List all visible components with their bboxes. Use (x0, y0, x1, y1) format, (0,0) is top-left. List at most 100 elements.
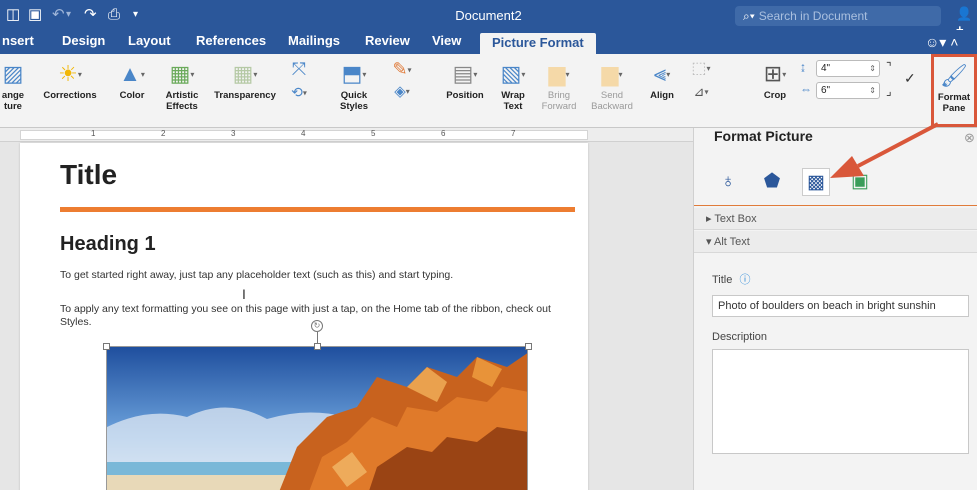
quick-styles-button[interactable]: ⬒▾ Quick Styles (330, 58, 378, 112)
height-value: 4" (821, 63, 831, 74)
corrections-button[interactable]: ☀▾ Corrections (34, 58, 106, 101)
wrap-text-icon: ▧▾ (500, 61, 526, 86)
bring-forward-label-1: Bring (547, 90, 571, 101)
search-placeholder: Search in Document (758, 9, 868, 23)
group-rotate-group: ⬚▾ ⊿▾ (686, 56, 716, 102)
tab-review[interactable]: Review (365, 30, 410, 54)
bring-forward-button[interactable]: ▆▾ Bring Forward (536, 58, 582, 112)
ruler-number: 5 (371, 129, 376, 138)
crop-icon: ⊞▾ (763, 61, 787, 86)
resize-handle-top-center[interactable] (314, 343, 321, 350)
crop-button[interactable]: ⊞▾ Crop (752, 58, 798, 101)
position-button[interactable]: ▤▾ Position (440, 58, 490, 101)
width-spin-icon[interactable]: ⇕ (869, 83, 876, 98)
ruler-number: 3 (231, 129, 236, 138)
format-pane-label-2: Pane (942, 103, 966, 114)
search-input[interactable]: ⌕▾ Search in Document (735, 6, 941, 26)
color-button[interactable]: ▲▾ Color (112, 58, 152, 101)
format-pane-button[interactable]: 🖌 Format Pane (931, 54, 977, 127)
position-icon: ▤▾ (452, 61, 478, 86)
corrections-label: Corrections (43, 90, 97, 101)
resize-handle-top-right[interactable] (525, 343, 532, 350)
resize-handle-top-left[interactable] (103, 343, 110, 350)
send-backward-label-2: Backward (591, 101, 633, 112)
color-icon: ▲▾ (119, 61, 145, 86)
effects-tab-icon[interactable]: ⬟ (758, 168, 786, 196)
tab-design[interactable]: Design (62, 30, 105, 54)
corrections-sun-icon: ☀▾ (58, 61, 82, 86)
align-button[interactable]: ⫷▾ Align (644, 58, 680, 101)
section-text-box[interactable]: ▸ Text Box (694, 208, 977, 230)
change-picture-button[interactable]: ▨ ange ture (0, 58, 26, 112)
search-icon: ⌕▾ (743, 9, 755, 23)
width-stepper[interactable]: 6" ⇕ (816, 82, 880, 99)
feedback-smiley-icon[interactable]: ☺▾ ˄ (925, 34, 958, 51)
section-alt-text-label: Alt Text (713, 236, 750, 248)
pane-title: Format Picture (714, 128, 813, 144)
layout-properties-tab-icon[interactable]: ▩ (802, 168, 830, 196)
fill-line-tab-icon[interactable]: ♁ (714, 168, 742, 196)
rotate-icon[interactable]: ⊿▾ (686, 82, 716, 102)
tab-view[interactable]: View (432, 30, 461, 54)
align-label: Align (650, 90, 674, 101)
artistic-effects-button[interactable]: ▦▾ Artistic Effects (158, 58, 206, 112)
collapse-arrow-icon: ▾ (706, 236, 714, 248)
send-backward-label-1: Send (600, 90, 624, 101)
paragraph-1[interactable]: To get started right away, just tap any … (60, 269, 560, 282)
word-window: ◫ ▣ ↶ ▾ ↷ ⎙ ▾ Document2 ⌕▾ Search in Docu… (0, 0, 977, 490)
wrap-text-label-2: Text (503, 101, 523, 112)
lock-aspect-bracket-icon: ⌝ (886, 60, 892, 74)
alt-title-label: Title (712, 274, 733, 286)
wrap-text-button[interactable]: ▧▾ Wrap Text (494, 58, 532, 112)
paragraph-2[interactable]: To apply any text formatting you see on … (60, 303, 560, 329)
bring-forward-label-2: Forward (541, 101, 577, 112)
lock-aspect-bracket-bottom-icon: ⌟ (886, 84, 892, 98)
group-objects-icon[interactable]: ⬚▾ (686, 56, 716, 82)
compress-pictures-icon: ⤧ (291, 59, 307, 79)
send-backward-icon: ▆▾ (601, 61, 623, 86)
ribbon-tabs: nsert Design Layout References Mailings … (0, 30, 977, 54)
horizontal-ruler[interactable]: 1 2 3 4 5 6 7 (0, 128, 693, 142)
tab-mailings[interactable]: Mailings (288, 30, 340, 54)
ruler-number: 1 (91, 129, 96, 138)
rotate-handle[interactable]: ↻ (311, 320, 323, 332)
picture-border-icon[interactable]: ✎▾ (382, 56, 422, 82)
reset-picture-icon[interactable]: ⟲▾ (284, 82, 314, 102)
transparency-button[interactable]: ▦▾ Transparency (210, 58, 280, 101)
lock-aspect-check-icon[interactable]: ✓ (904, 70, 916, 87)
format-pane-label-1: Format (937, 92, 971, 103)
send-backward-button[interactable]: ▆▾ Send Backward (588, 58, 636, 112)
document-title[interactable]: Title (60, 159, 117, 191)
width-value: 6" (821, 85, 831, 96)
section-alt-text[interactable]: ▾ Alt Text (694, 231, 977, 253)
description-field[interactable] (712, 349, 969, 454)
ruler-track: 1 2 3 4 5 6 7 (20, 129, 588, 140)
transparency-icon: ▦▾ (232, 61, 258, 86)
tab-picture-format[interactable]: Picture Format (480, 33, 596, 54)
picture-effects-icon[interactable]: ◈▾ (382, 82, 422, 102)
height-stepper[interactable]: 4" ⇕ (816, 60, 880, 77)
info-icon[interactable]: ⓘ (739, 274, 750, 286)
wrap-text-label-1: Wrap (501, 90, 525, 101)
tab-insert[interactable]: nsert (2, 30, 34, 54)
text-cursor-icon: I (242, 286, 246, 302)
change-picture-label-2: ture (4, 101, 22, 112)
ruler-number: 7 (511, 129, 516, 138)
height-spin-icon[interactable]: ⇕ (869, 61, 876, 76)
document-heading[interactable]: Heading 1 (60, 233, 156, 256)
picture-border-effects-group: ✎▾ ◈▾ (382, 56, 422, 102)
artistic-effects-icon: ▦▾ (169, 61, 195, 86)
quick-styles-icon: ⬒▾ (341, 61, 367, 86)
compress-pictures-button[interactable]: ⤧ ⟲▾ (284, 56, 314, 102)
tab-layout[interactable]: Layout (128, 30, 171, 54)
beach-boulders-picture[interactable] (106, 346, 528, 490)
picture-tab-icon[interactable]: ▣ (846, 168, 874, 196)
ribbon: ▨ ange ture ☀▾ Corrections ▲▾ Color ▦▾ A… (0, 54, 977, 128)
tab-references[interactable]: References (196, 30, 266, 54)
close-icon[interactable]: ⊗ (964, 130, 975, 146)
pane-divider (694, 205, 977, 206)
change-picture-icon: ▨ (2, 61, 24, 86)
width-icon: ⇔ (800, 82, 812, 96)
alt-title-field[interactable] (712, 295, 969, 317)
quick-styles-label-1: Quick (340, 90, 368, 101)
